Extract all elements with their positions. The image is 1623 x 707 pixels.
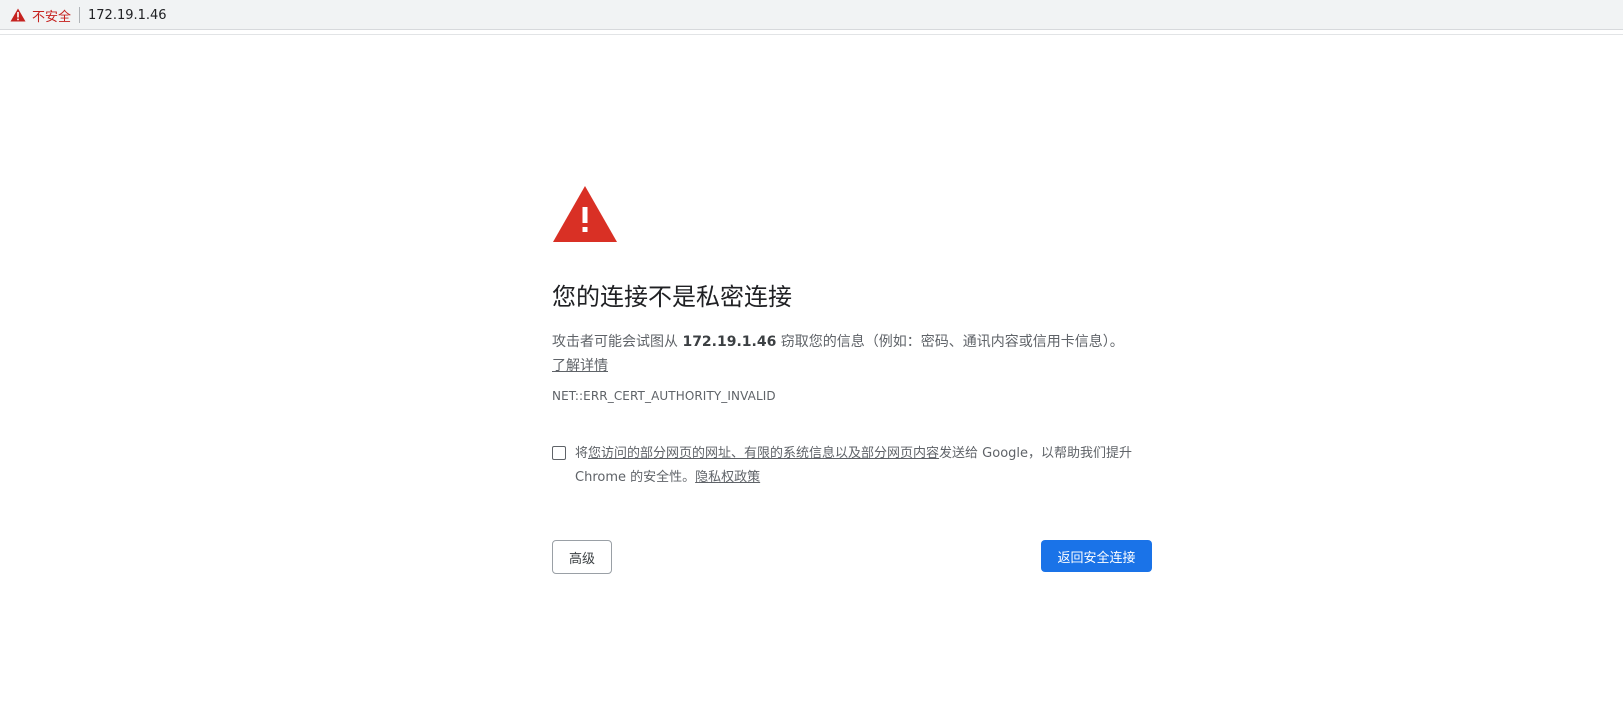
divider	[79, 7, 81, 23]
divider	[0, 34, 1623, 35]
error-code: NET::ERR_CERT_AUTHORITY_INVALID	[552, 389, 776, 403]
warning-triangle-icon[interactable]	[10, 8, 26, 22]
back-to-safety-button[interactable]: 返回安全连接	[1041, 540, 1152, 572]
description-suffix: 窃取您的信息（例如：密码、通讯内容或信用卡信息）。	[776, 334, 1124, 350]
host-name: 172.19.1.46	[682, 334, 777, 350]
description: 攻击者可能会试图从 172.19.1.46 窃取您的信息（例如：密码、通讯内容或…	[552, 330, 1152, 378]
security-status-label[interactable]: 不安全	[32, 6, 71, 25]
extended-reporting-optin: 将您访问的部分网页的网址、有限的系统信息以及部分网页内容发送给 Google，以…	[552, 442, 1152, 490]
data-details-link[interactable]: 您访问的部分网页的网址、有限的系统信息以及部分网页内容	[588, 446, 939, 461]
url-text[interactable]: 172.19.1.46	[88, 8, 167, 23]
learn-more-link[interactable]: 了解详情	[552, 354, 608, 378]
warning-triangle-icon	[553, 186, 617, 242]
button-row: 高级 返回安全连接	[552, 540, 1152, 576]
omnibox[interactable]: 不安全 172.19.1.46	[10, 6, 167, 25]
privacy-policy-link[interactable]: 隐私权政策	[695, 470, 760, 485]
interstitial-container: 您的连接不是私密连接 攻击者可能会试图从 172.19.1.46 窃取您的信息（…	[552, 185, 1152, 576]
optin-prefix: 将	[575, 446, 589, 461]
address-bar[interactable]: 不安全 172.19.1.46	[0, 0, 1623, 30]
advanced-button[interactable]: 高级	[552, 540, 612, 574]
optin-checkbox[interactable]	[552, 446, 566, 460]
optin-text: 将您访问的部分网页的网址、有限的系统信息以及部分网页内容发送给 Google，以…	[575, 442, 1135, 490]
description-prefix: 攻击者可能会试图从	[552, 334, 683, 350]
page-title: 您的连接不是私密连接	[552, 283, 792, 311]
